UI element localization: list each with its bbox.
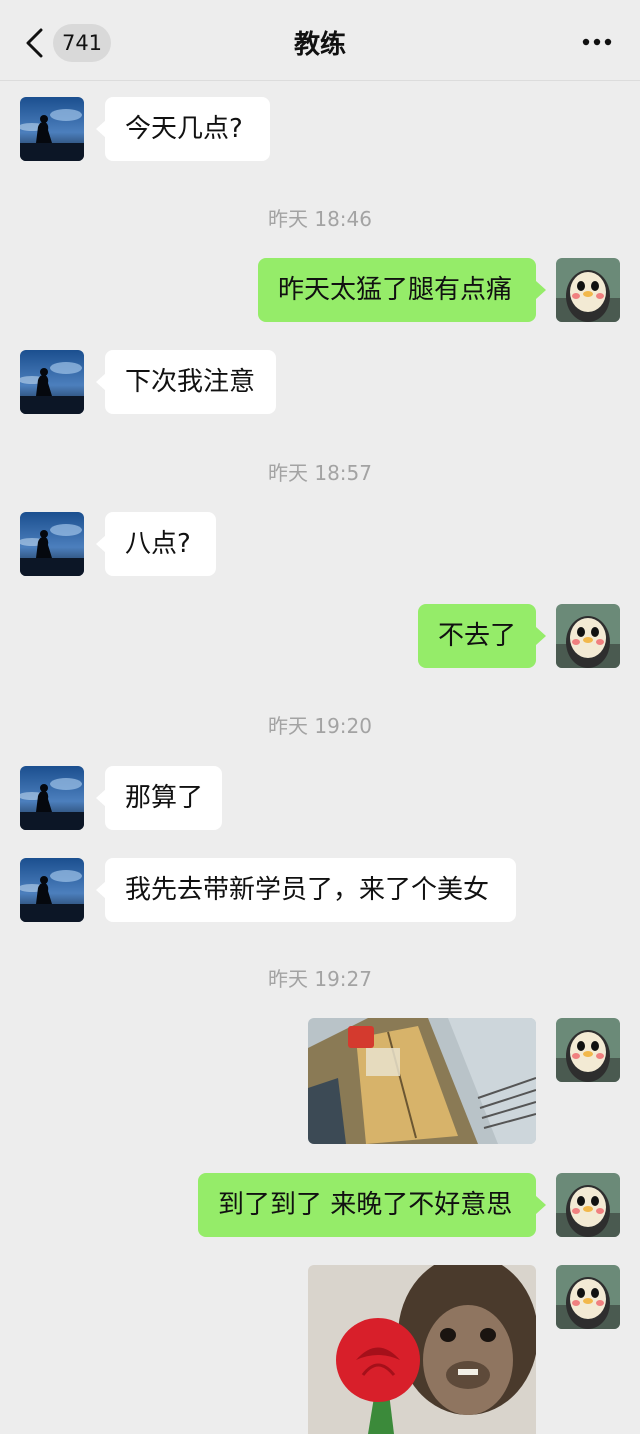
nav-bar: 741 教练 xyxy=(0,0,640,81)
timestamp: 昨天 19:20 xyxy=(268,714,372,738)
contact-avatar[interactable] xyxy=(20,350,84,414)
timestamp: 昨天 18:57 xyxy=(268,461,372,485)
timestamp: 昨天 19:27 xyxy=(268,967,372,991)
my-avatar[interactable] xyxy=(556,258,620,322)
outgoing-message[interactable]: 昨天太猛了腿有点痛 xyxy=(258,258,536,322)
contact-avatar[interactable] xyxy=(20,766,84,830)
my-avatar[interactable] xyxy=(556,1018,620,1082)
my-avatar[interactable] xyxy=(556,1173,620,1237)
contact-avatar[interactable] xyxy=(20,512,84,576)
elevator-photo[interactable] xyxy=(308,1018,536,1144)
my-avatar[interactable] xyxy=(556,1265,620,1329)
outgoing-message[interactable]: 不去了 xyxy=(418,604,536,668)
incoming-message[interactable]: 今天几点? xyxy=(105,97,270,161)
chat-title: 教练 xyxy=(293,30,346,60)
monkey-rose-sticker[interactable] xyxy=(308,1265,536,1434)
bubble-tail xyxy=(536,627,546,645)
incoming-message[interactable]: 我先去带新学员了，来了个美女 xyxy=(105,858,516,922)
outgoing-message[interactable]: 到了到了 来晚了不好意思 xyxy=(198,1173,536,1237)
bubble-tail xyxy=(536,281,546,299)
contact-avatar[interactable] xyxy=(20,858,84,922)
bubble-tail xyxy=(536,1196,546,1214)
incoming-message[interactable]: 下次我注意 xyxy=(105,350,276,414)
more-icon[interactable] xyxy=(581,36,613,48)
timestamp: 昨天 18:46 xyxy=(268,207,372,231)
contact-avatar[interactable] xyxy=(20,97,84,161)
incoming-message[interactable]: 八点? xyxy=(105,512,216,576)
incoming-message[interactable]: 那算了 xyxy=(105,766,222,830)
my-avatar[interactable] xyxy=(556,604,620,668)
